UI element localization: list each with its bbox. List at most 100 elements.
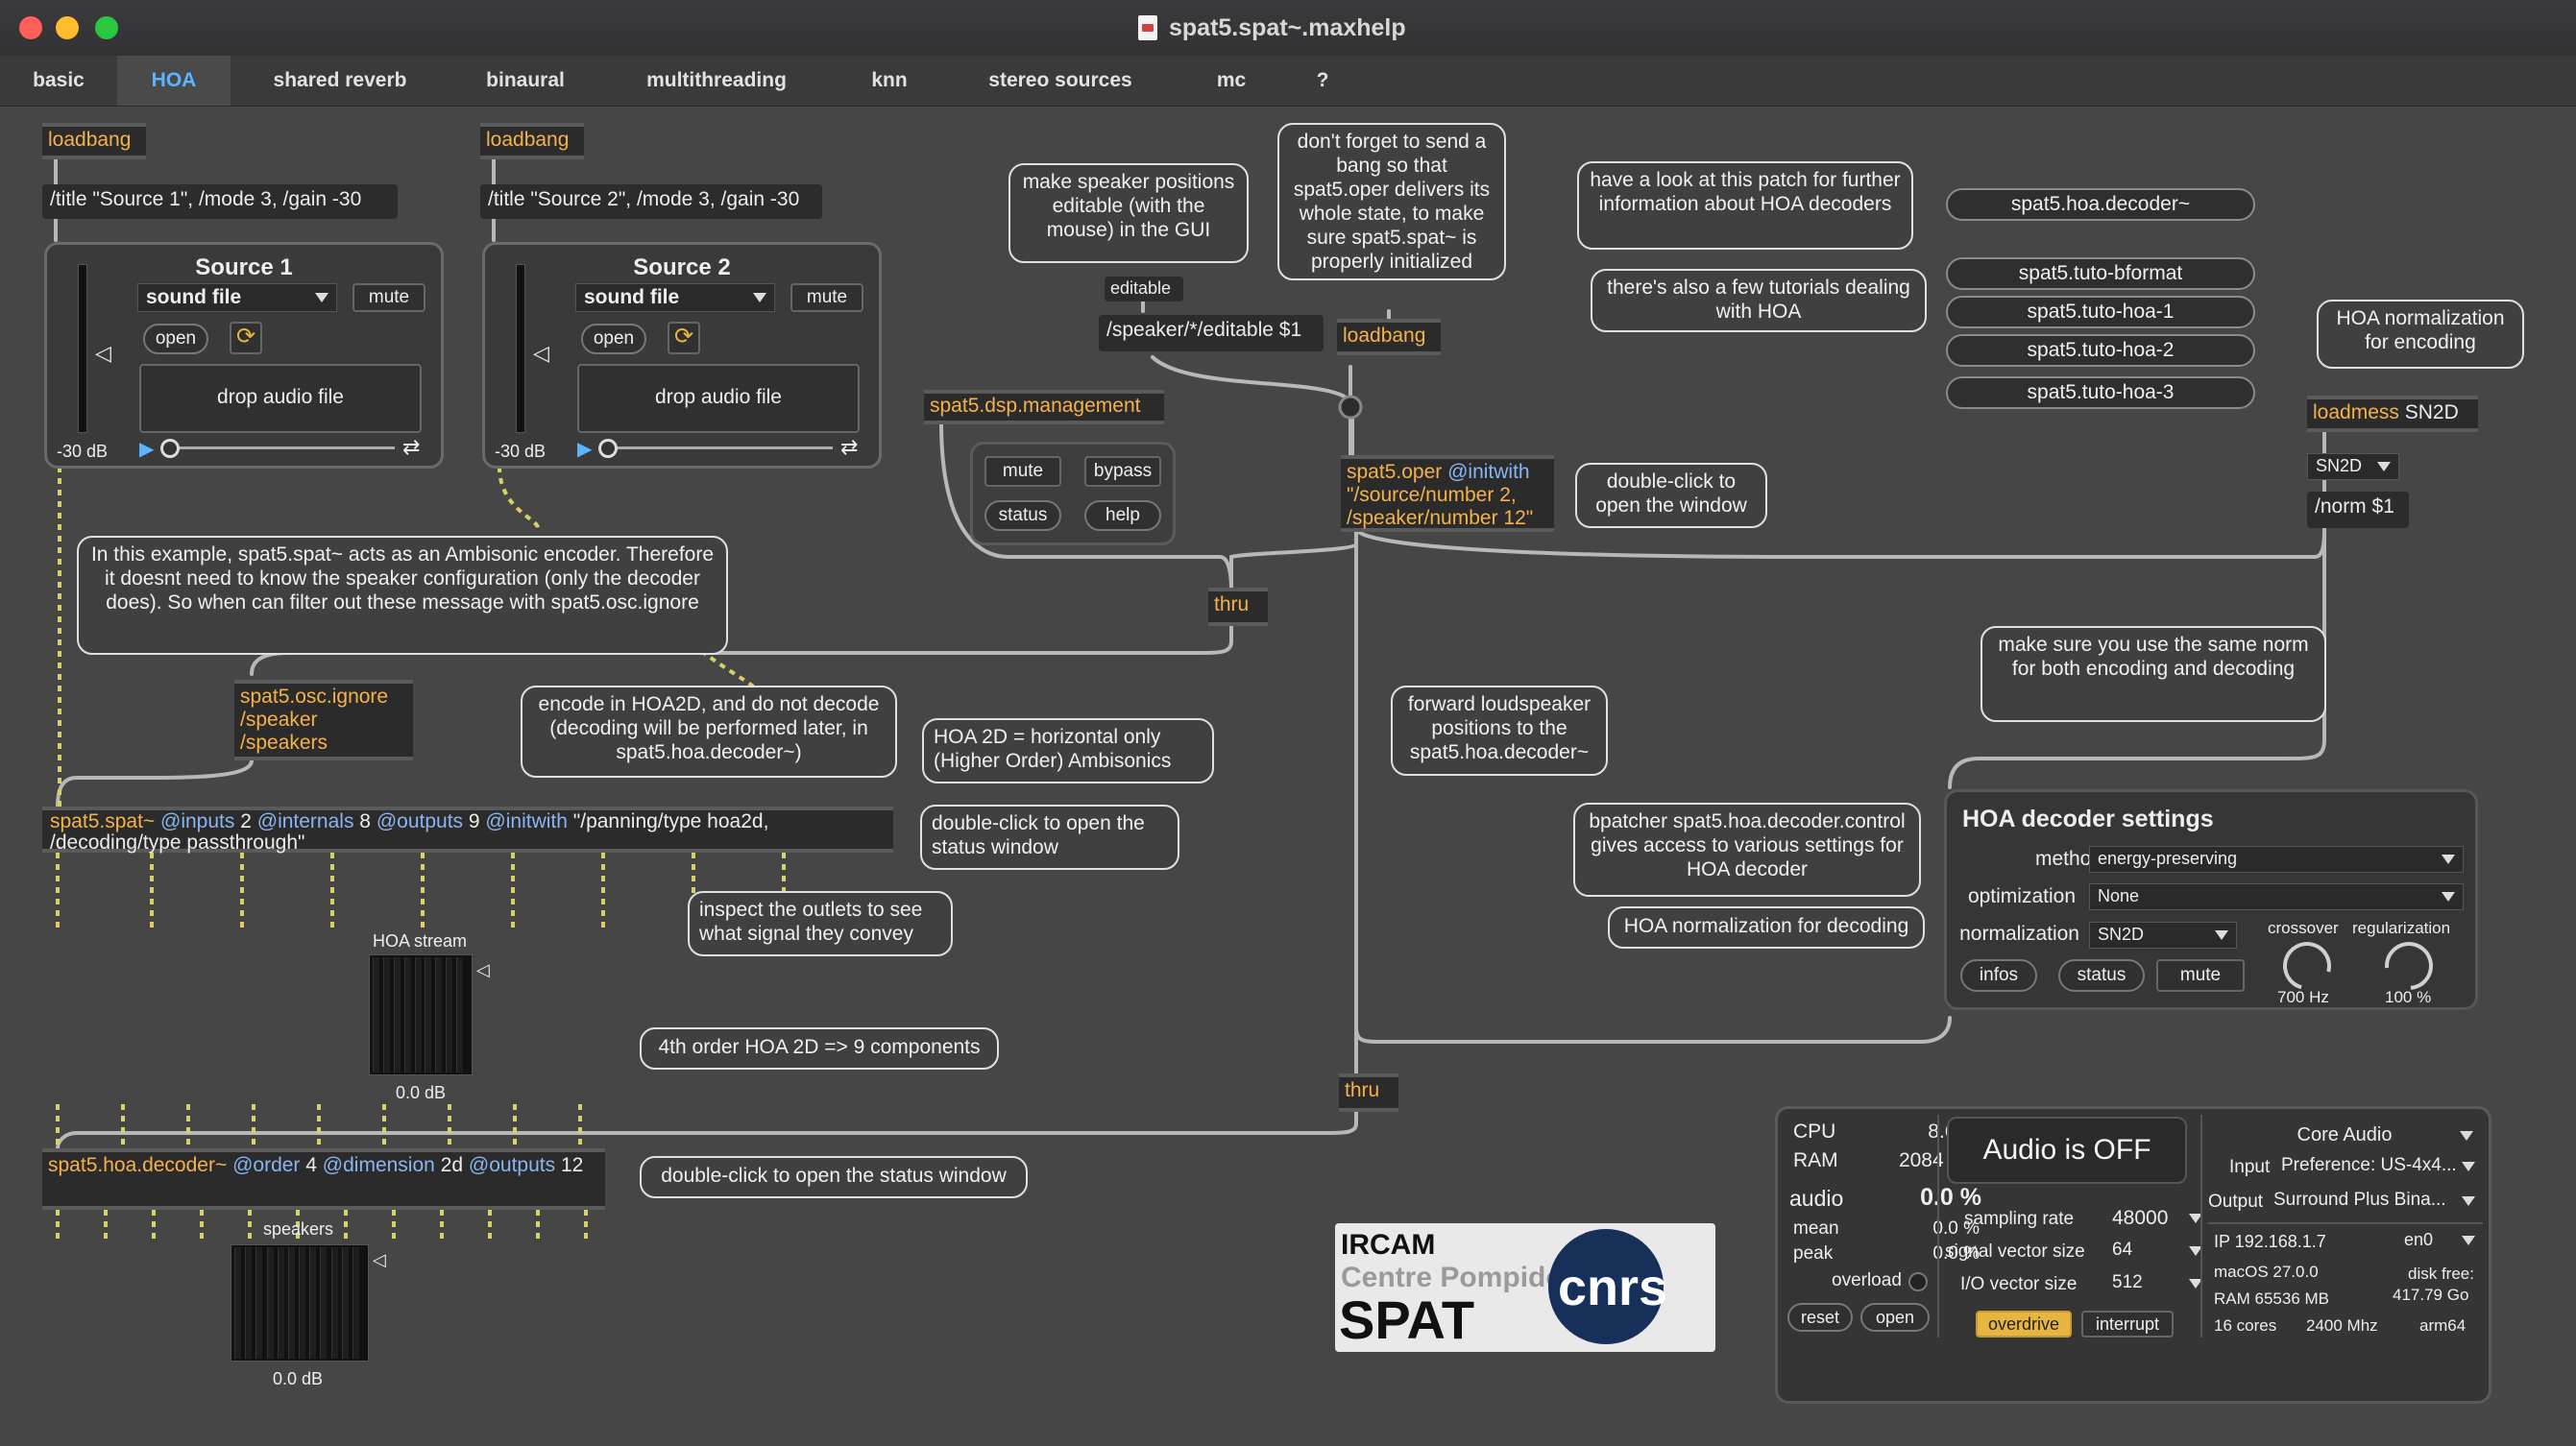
decoder-mute-button[interactable]: mute [2156, 959, 2245, 992]
comment-forward-positions: forward loudspeaker positions to the spa… [1391, 686, 1608, 776]
tab-shared-reverb[interactable]: shared reverb [231, 56, 450, 106]
dsp-help-button[interactable]: help [1084, 500, 1161, 531]
ram-total: RAM 65536 MB [2214, 1289, 2329, 1308]
comment-fourth-order: 4th order HOA 2D => 9 components [640, 1027, 999, 1070]
meter-channel [245, 1247, 253, 1359]
argument-text: 2d [440, 1154, 464, 1176]
tab-stereo-sources[interactable]: stereo sources [947, 56, 1174, 106]
io-vector-menu[interactable]: 512 [2104, 1270, 2210, 1297]
reset-button[interactable]: reset [1787, 1303, 1853, 1332]
norm-message[interactable]: /norm $1 [2307, 492, 2409, 528]
argument-text: 4 [305, 1154, 317, 1176]
argument-text: 9 [468, 810, 480, 832]
crossover-value: 700 Hz [2277, 988, 2329, 1006]
open-button[interactable]: open [143, 324, 208, 354]
loop-icon[interactable]: ⇄ [402, 435, 420, 460]
attribute-text: @initwith [1447, 461, 1530, 483]
scrubber-thumb[interactable] [598, 439, 618, 458]
playback-scrubber[interactable] [602, 446, 833, 449]
optimization-menu[interactable]: None [2089, 883, 2464, 910]
meter-channel [320, 1247, 328, 1359]
gain-pointer-icon: ◁ [95, 341, 111, 365]
drop-audio-file-zone[interactable]: drop audio file [577, 364, 860, 433]
overload-led [1908, 1272, 1928, 1291]
link-hoa-decoder[interactable]: spat5.hoa.decoder~ [1946, 188, 2255, 221]
playback-scrubber[interactable] [164, 446, 395, 449]
hoa-decoder-object[interactable]: spat5.hoa.decoder~ @order 4 @dimension 2… [42, 1148, 605, 1210]
spat5-oper-object[interactable]: spat5.oper @initwith "/source/number 2, … [1341, 455, 1554, 532]
zoom-window-button[interactable] [95, 16, 118, 39]
loadmess-object[interactable]: loadmess SN2D [2307, 396, 2478, 432]
thru-object-1[interactable]: thru [1208, 588, 1268, 626]
loadbang-object-2[interactable]: loadbang [480, 123, 584, 159]
scrubber-thumb[interactable] [160, 439, 180, 458]
audio-driver-menu[interactable]: Core Audio [2208, 1122, 2481, 1149]
tab-help[interactable]: ? [1289, 56, 1356, 106]
loadbang-object-3[interactable]: loadbang [1337, 319, 1441, 355]
loop-icon[interactable]: ⇄ [840, 435, 858, 460]
dsp-bypass-button[interactable]: bypass [1084, 456, 1161, 487]
open-status-button[interactable]: open [1860, 1303, 1930, 1332]
tab-mc[interactable]: mc [1174, 56, 1289, 106]
loadbang-object-1[interactable]: loadbang [42, 123, 146, 159]
link-tuto-bformat[interactable]: spat5.tuto-bformat [1946, 257, 2255, 290]
network-interface-menu[interactable]: en0 [2396, 1228, 2483, 1253]
interrupt-toggle[interactable]: interrupt [2081, 1311, 2174, 1338]
link-tuto-hoa-2[interactable]: spat5.tuto-hoa-2 [1946, 334, 2255, 367]
dsp-management-object[interactable]: spat5.dsp.management [924, 390, 1164, 424]
tab-binaural[interactable]: binaural [450, 56, 601, 106]
play-icon[interactable]: ▶ [139, 437, 154, 461]
output-device-menu[interactable]: Surround Plus Bina... [2266, 1188, 2483, 1215]
logo-spat-text: SPAT [1339, 1289, 1475, 1350]
hoa-stream-label: HOA stream [373, 931, 468, 951]
tab-hoa[interactable]: HOA [117, 56, 231, 106]
link-tuto-hoa-1[interactable]: spat5.tuto-hoa-1 [1946, 296, 2255, 328]
normalization-menu[interactable]: SN2D [2089, 922, 2237, 949]
close-window-button[interactable] [19, 16, 42, 39]
input-device-menu[interactable]: Preference: US-4x4... [2273, 1153, 2483, 1180]
thru-object-2[interactable]: thru [1339, 1073, 1398, 1112]
loop-toggle-icon[interactable]: ⟳ [230, 322, 262, 354]
drop-audio-file-zone[interactable]: drop audio file [139, 364, 422, 433]
meter-channel [456, 957, 464, 1072]
comment-same-norm: make sure you use the same norm for both… [1981, 626, 2326, 722]
dsp-status-button[interactable]: status [984, 500, 1061, 531]
norm-select-menu[interactable]: SN2D [2307, 453, 2399, 480]
gain-slider[interactable] [516, 264, 525, 433]
decoder-infos-button[interactable]: infos [1960, 959, 2037, 992]
sound-file-menu[interactable]: sound file [137, 283, 337, 312]
signal-vector-menu[interactable]: 64 [2104, 1238, 2210, 1265]
loop-toggle-icon[interactable]: ⟳ [668, 322, 700, 354]
dsp-mute-button[interactable]: mute [984, 456, 1061, 487]
title-message-1[interactable]: /title "Source 1", /mode 3, /gain -30 [42, 184, 398, 219]
sampling-rate-menu[interactable]: 48000 [2104, 1205, 2210, 1232]
attribute-text: @internals [256, 810, 354, 832]
overdrive-toggle[interactable]: overdrive [1976, 1311, 2072, 1338]
audio-on-off-button[interactable]: Audio is OFF [1947, 1117, 2187, 1184]
spat5-spat-object[interactable]: spat5.spat~ @inputs 2 @internals 8 @outp… [42, 807, 893, 854]
mute-button[interactable]: mute [790, 283, 863, 312]
decoder-status-button[interactable]: status [2058, 959, 2145, 992]
gain-slider[interactable] [78, 264, 87, 433]
logo-ircam-text: IRCAM [1341, 1229, 1436, 1261]
title-message-2[interactable]: /title "Source 2", /mode 3, /gain -30 [480, 184, 822, 219]
method-menu[interactable]: energy-preserving [2089, 846, 2464, 873]
play-icon[interactable]: ▶ [577, 437, 592, 461]
editable-toggle[interactable]: editable [1105, 277, 1183, 301]
tab-knn[interactable]: knn [832, 56, 947, 106]
osc-ignore-object[interactable]: spat5.osc.ignore /speaker /speakers [234, 680, 413, 760]
tab-basic[interactable]: basic [0, 56, 117, 106]
peak-label: peak [1793, 1243, 1834, 1264]
mute-button[interactable]: mute [352, 283, 425, 312]
bang-button[interactable] [1338, 395, 1363, 420]
link-tuto-hoa-3[interactable]: spat5.tuto-hoa-3 [1946, 376, 2255, 409]
open-button[interactable]: open [581, 324, 646, 354]
tab-multithreading[interactable]: multithreading [601, 56, 832, 106]
sound-file-menu[interactable]: sound file [575, 283, 775, 312]
speaker-editable-message[interactable]: /speaker/*/editable $1 [1099, 315, 1324, 351]
object-text: spat5.dsp.management [930, 395, 1141, 417]
meter-channel [425, 957, 432, 1072]
minimize-window-button[interactable] [56, 16, 79, 39]
comment-bpatcher: bpatcher spat5.hoa.decoder.control gives… [1573, 803, 1921, 897]
comment-tutorials: there's also a few tutorials dealing wit… [1591, 269, 1927, 332]
